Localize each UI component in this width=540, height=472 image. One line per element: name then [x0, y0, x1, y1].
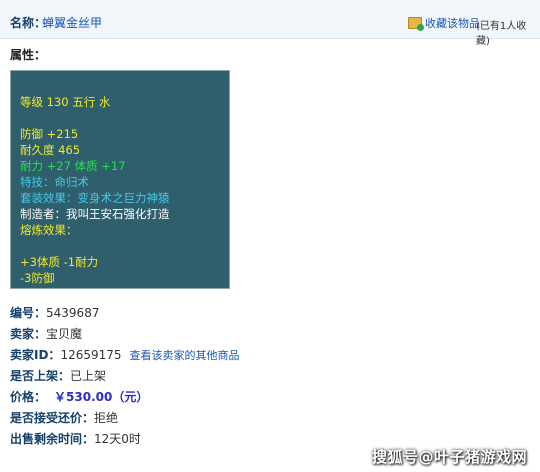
attr-skill: 特技：命归术	[20, 175, 89, 189]
attr-defense: 防御 +215	[20, 127, 79, 141]
seller-id-row: 卖家ID：12659175 查看该卖家的其他商品	[10, 346, 240, 363]
counter-offer-value: 拒绝	[94, 411, 119, 425]
item-name: 蝉翼金丝甲	[42, 16, 103, 30]
remaining-time-row: 出售剩余时间：12天0时	[10, 430, 141, 447]
item-id-value: 5439687	[46, 306, 100, 320]
counter-offer-row: 是否接受还价：拒绝	[10, 409, 118, 426]
seller-id-value: 12659175	[60, 348, 122, 362]
favorite-count: (已有1人收藏)	[476, 21, 527, 47]
folder-add-icon	[408, 17, 424, 31]
listed-value: 已上架	[70, 369, 107, 383]
seller-id-label: 卖家ID：	[10, 348, 61, 362]
remaining-time-value: 12天0时	[94, 432, 141, 446]
watermark: 搜狐号@叶子猪游戏网	[372, 448, 528, 466]
attr-durability: 耐久度 465	[20, 143, 81, 157]
seller-label: 卖家：	[10, 327, 47, 341]
name-label: 名称：	[10, 16, 47, 30]
item-id-row: 编号：5439687	[10, 304, 99, 321]
attr-stats: 耐力 +27 体质 +17	[20, 159, 126, 173]
price-row: 价格： ￥530.00（元）	[10, 388, 148, 405]
seller-other-items-link[interactable]: 查看该卖家的其他商品	[130, 349, 240, 362]
item-id-label: 编号：	[10, 306, 47, 320]
item-header: 名称： 蝉翼金丝甲 收藏该物品 (已有1人收藏)	[0, 0, 540, 47]
remaining-time-label: 出售剩余时间：	[10, 432, 95, 446]
attr-level: 等级 130 五行 水	[20, 95, 111, 109]
attributes-title: 属性：	[10, 48, 47, 62]
attributes-panel: 等级 130 五行 水 防御 +215 耐久度 465 耐力 +27 体质 +1…	[10, 70, 230, 289]
attr-smelt-1: +3体质 -1耐力	[20, 255, 99, 269]
attr-set-effect: 套装效果：变身术之巨力神猿	[20, 191, 170, 205]
seller-row: 卖家：宝贝魔	[10, 325, 82, 342]
attr-smelt-title: 熔炼效果：	[20, 223, 78, 237]
favorite-button[interactable]: 收藏该物品	[408, 15, 480, 31]
counter-offer-label: 是否接受还价：	[10, 411, 95, 425]
price-label: 价格：	[10, 390, 47, 404]
favorite-label[interactable]: 收藏该物品	[425, 15, 480, 31]
attr-smelt-2: -3防御	[20, 271, 55, 285]
seller-value: 宝贝魔	[46, 327, 83, 341]
price-value: ￥530.00（元）	[54, 390, 149, 404]
listed-label: 是否上架：	[10, 369, 71, 383]
listed-row: 是否上架：已上架	[10, 367, 106, 384]
attr-maker: 制造者：我叫王安石强化打造	[20, 207, 170, 221]
